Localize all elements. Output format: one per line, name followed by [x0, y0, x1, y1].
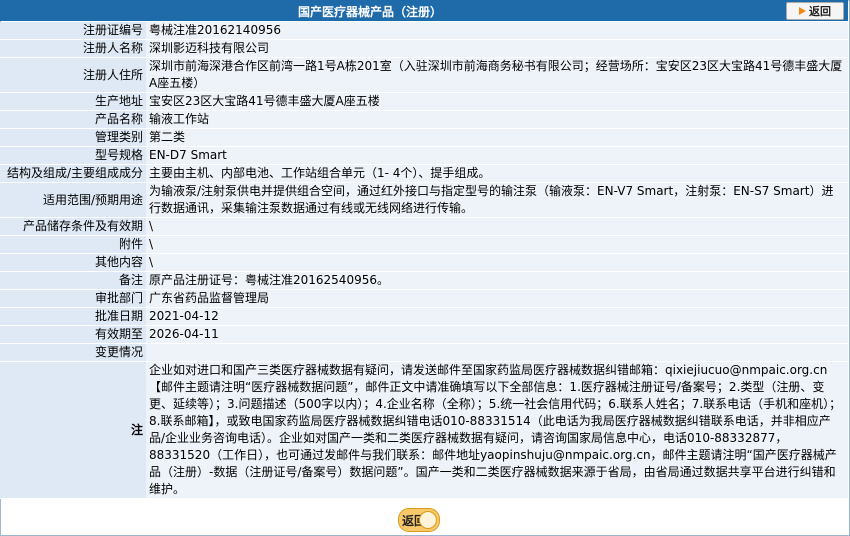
field-label: 注册人名称	[0, 39, 146, 58]
detail-row: 型号规格 EN-D7 Smart	[0, 146, 848, 165]
field-label: 适用范围/预期用途	[0, 182, 146, 218]
field-label: 产品名称	[0, 110, 146, 129]
field-label: 型号规格	[0, 146, 146, 165]
field-value: 第二类	[146, 128, 848, 147]
field-label: 附件	[0, 235, 146, 254]
field-value: 2021-04-12	[146, 307, 848, 326]
detail-row: 管理类别 第二类	[0, 128, 848, 147]
back-button-bottom[interactable]: 返回	[398, 508, 440, 532]
field-label: 产品储存条件及有效期	[0, 217, 146, 236]
field-value: 为输液泵/注射泵供电并提供组合空间，通过红外接口与指定型号的输注泵（输液泵：EN…	[146, 182, 848, 218]
circle-arrow-icon	[419, 511, 437, 529]
detail-row: 有效期至 2026-04-11	[0, 325, 848, 344]
field-value: 输液工作站	[146, 110, 848, 129]
detail-row: 生产地址 宝安区23区大宝路41号德丰盛大厦A座五楼	[0, 92, 848, 111]
field-value: \	[146, 253, 848, 272]
detail-row: 其他内容 \	[0, 253, 848, 272]
field-label: 变更情况	[0, 343, 146, 362]
note-row: 注企业如对进口和国产三类医疗器械数据有疑问，请发送邮件至国家药监局医疗器械数据纠…	[0, 361, 848, 499]
detail-row: 产品名称 输液工作站	[0, 110, 848, 129]
field-value: 深圳影迈科技有限公司	[146, 39, 848, 58]
field-label: 审批部门	[0, 289, 146, 308]
field-value: 主要由主机、内部电池、工作站组合单元（1- 4个）、提手组成。	[146, 164, 848, 183]
field-value: 广东省药品监督管理局	[146, 289, 848, 308]
field-label: 结构及组成/主要组成成分	[0, 164, 146, 183]
back-button-top[interactable]: 返回	[786, 2, 844, 20]
field-value: 粤械注准20162140956	[146, 22, 848, 40]
note-text: 企业如对进口和国产三类医疗器械数据有疑问，请发送邮件至国家药监局医疗器械数据纠错…	[146, 361, 848, 499]
detail-row: 变更情况	[0, 343, 848, 362]
field-label: 管理类别	[0, 128, 146, 147]
detail-row: 注册证编号 粤械注准20162140956	[0, 22, 848, 40]
field-value	[146, 343, 848, 362]
note-label: 注	[0, 361, 146, 499]
header-bar: 国产医疗器械产品（注册） 返回	[0, 0, 848, 21]
detail-row: 批准日期 2021-04-12	[0, 307, 848, 326]
field-label: 有效期至	[0, 325, 146, 344]
field-value: EN-D7 Smart	[146, 146, 848, 165]
detail-row: 产品储存条件及有效期 \	[0, 217, 848, 236]
field-value: \	[146, 217, 848, 236]
detail-row: 注册人名称 深圳影迈科技有限公司	[0, 39, 848, 58]
field-label: 生产地址	[0, 92, 146, 111]
field-value: \	[146, 235, 848, 254]
field-value: 深圳市前海深港合作区前湾一路1号A栋201室（入驻深圳市前海商务秘书有限公司；经…	[146, 57, 848, 93]
field-label: 注册人住所	[0, 57, 146, 93]
detail-row: 结构及组成/主要组成成分 主要由主机、内部电池、工作站组合单元（1- 4个）、提手…	[0, 164, 848, 183]
back-button-label: 返回	[809, 5, 831, 18]
detail-row: 注册人住所 深圳市前海深港合作区前湾一路1号A栋201室（入驻深圳市前海商务秘书有…	[0, 57, 848, 93]
field-label: 备注	[0, 271, 146, 290]
detail-row: 备注 原产品注册证号：粤械注准20162540956。	[0, 271, 848, 290]
page-title: 国产医疗器械产品（注册）	[297, 5, 442, 19]
detail-table: 注册证编号 粤械注准20162140956 注册人名称 深圳影迈科技有限公司 注册人住所…	[0, 22, 848, 499]
detail-row: 审批部门 广东省药品监督管理局	[0, 289, 848, 308]
field-label: 其他内容	[0, 253, 146, 272]
arrow-right-icon	[799, 7, 806, 15]
field-value: 原产品注册证号：粤械注准20162540956。	[146, 271, 848, 290]
field-label: 注册证编号	[0, 22, 146, 40]
field-value: 2026-04-11	[146, 325, 848, 344]
detail-row: 适用范围/预期用途 为输液泵/注射泵供电并提供组合空间，通过红外接口与指定型号的输…	[0, 182, 848, 218]
detail-row: 附件 \	[0, 235, 848, 254]
field-value: 宝安区23区大宝路41号德丰盛大厦A座五楼	[146, 92, 848, 111]
field-label: 批准日期	[0, 307, 146, 326]
